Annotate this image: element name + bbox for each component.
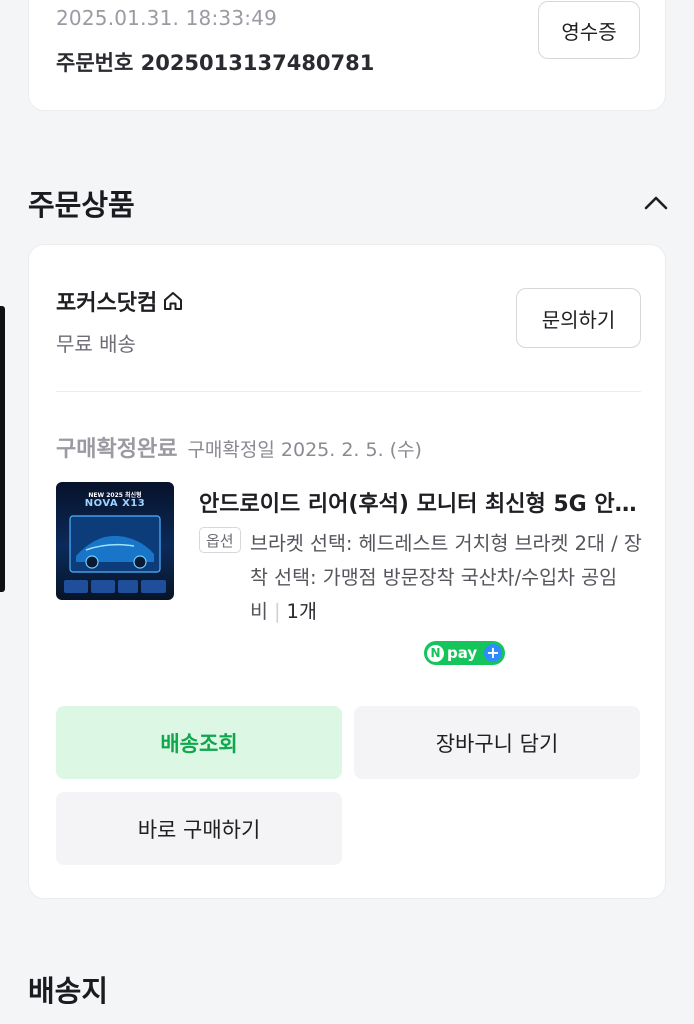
quantity: 1개 bbox=[286, 600, 317, 623]
quantity-separator: | bbox=[273, 600, 281, 623]
divider bbox=[56, 391, 641, 392]
order-datetime: 2025.01.31. 18:33:49 bbox=[56, 6, 278, 30]
option-text: 브라켓 선택: 헤드레스트 거치형 브라켓 2대 / 장착 선택: 가맹점 방문… bbox=[250, 527, 645, 629]
order-number: 주문번호 2025013137480781 bbox=[56, 51, 375, 75]
car-illustration bbox=[64, 515, 166, 593]
left-edge-handle bbox=[0, 306, 5, 592]
option-badge: 옵션 bbox=[199, 527, 241, 553]
home-icon bbox=[164, 292, 183, 310]
inquiry-button[interactable]: 문의하기 bbox=[516, 288, 641, 348]
product-thumbnail[interactable]: NEW 2025 최신형 NOVA X13 bbox=[56, 482, 174, 600]
section-title-products: 주문상품 bbox=[28, 188, 135, 222]
confirm-date: 구매확정일 2025. 2. 5. (수) bbox=[187, 439, 422, 461]
plus-icon: + bbox=[484, 644, 502, 662]
npay-plus-badge: N pay + bbox=[424, 641, 505, 665]
order-summary-card: 2025.01.31. 18:33:49 주문번호 20250131374807… bbox=[28, 0, 666, 111]
order-status-line: 구매확정완료 구매확정일 2025. 2. 5. (수) bbox=[56, 431, 422, 463]
status-label: 구매확정완료 bbox=[56, 437, 178, 462]
seller-name[interactable]: 포커스닷컴 bbox=[56, 285, 185, 317]
receipt-button[interactable]: 영수증 bbox=[538, 1, 640, 59]
product-title[interactable]: 안드로이드 리어(후석) 모니터 최신형 5G 안드로이드 리어(후석) 모니터 bbox=[199, 486, 644, 518]
track-delivery-button[interactable]: 배송조회 bbox=[56, 706, 342, 779]
shipping-fee: 무료 배송 bbox=[56, 332, 136, 356]
buy-now-button[interactable]: 바로 구매하기 bbox=[56, 792, 342, 865]
seller-name-label: 포커스닷컴 bbox=[56, 291, 158, 316]
chevron-up-icon[interactable] bbox=[643, 190, 669, 216]
npay-n-icon: N bbox=[427, 644, 444, 662]
npay-label: pay bbox=[447, 644, 478, 662]
products-card: 포커스닷컴 무료 배송 문의하기 구매확정완료 구매확정일 2025. 2. 5… bbox=[28, 244, 666, 899]
section-title-delivery: 배송지 bbox=[28, 974, 109, 1008]
add-to-cart-button[interactable]: 장바구니 담기 bbox=[354, 706, 640, 779]
